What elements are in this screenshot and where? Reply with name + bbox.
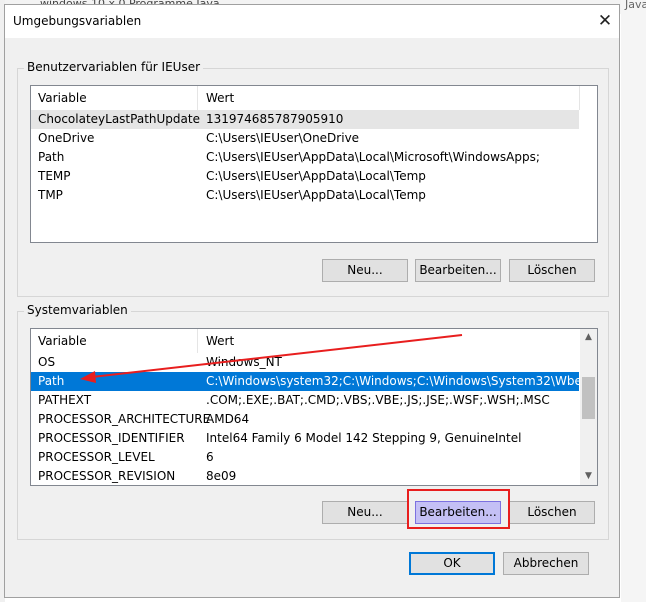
annotation-arrow-icon — [80, 334, 463, 383]
